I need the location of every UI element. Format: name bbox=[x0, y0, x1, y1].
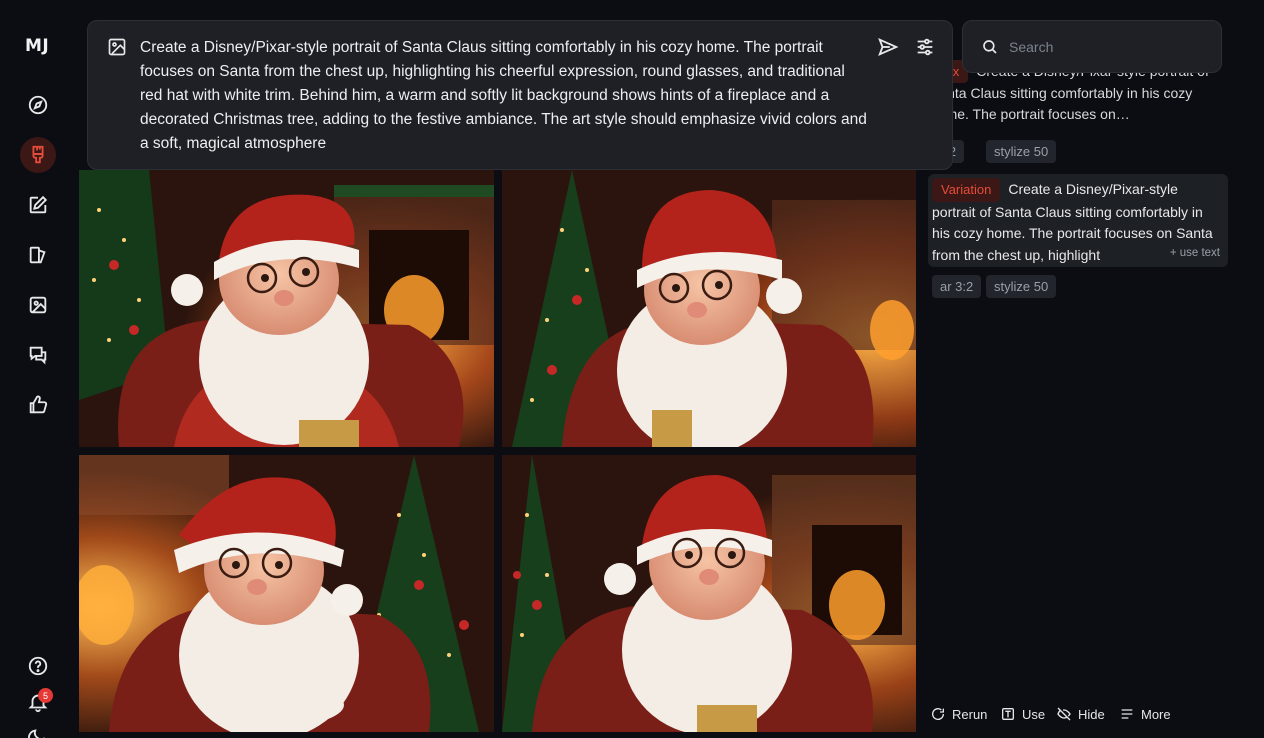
image-icon bbox=[29, 296, 47, 314]
use-icon bbox=[1002, 708, 1014, 720]
use-button[interactable]: Use bbox=[1000, 706, 1045, 722]
nav-organize[interactable] bbox=[20, 287, 56, 323]
prompt-input[interactable]: Create a Disney/Pixar-style portrait of … bbox=[140, 36, 870, 156]
edit-icon bbox=[29, 195, 48, 214]
nav-rank[interactable] bbox=[20, 387, 56, 423]
santa-image-3[interactable] bbox=[79, 455, 494, 732]
job-tag: Variation bbox=[932, 178, 1001, 202]
nav-edit[interactable] bbox=[20, 187, 56, 223]
send-icon[interactable] bbox=[877, 36, 899, 58]
more-label: More bbox=[1141, 706, 1171, 722]
compass-icon bbox=[28, 95, 48, 115]
notification-count-badge: 5 bbox=[38, 688, 53, 703]
sliders-icon[interactable] bbox=[914, 36, 936, 58]
param-chip[interactable]: stylize 50 bbox=[986, 140, 1057, 163]
more-button[interactable]: More bbox=[1119, 706, 1171, 722]
hide-label: Hide bbox=[1078, 706, 1105, 722]
hide-button[interactable]: Hide bbox=[1056, 706, 1105, 722]
rerun-button[interactable]: Rerun bbox=[930, 706, 987, 722]
santa-image-1[interactable] bbox=[79, 170, 494, 447]
santa-image-2[interactable] bbox=[502, 170, 916, 447]
prompt-box[interactable]: Create a Disney/Pixar-style portrait of … bbox=[87, 20, 953, 170]
paintbrush-icon bbox=[32, 145, 44, 164]
thumbs-up-icon bbox=[29, 395, 48, 414]
help-icon bbox=[28, 656, 48, 676]
image-icon[interactable] bbox=[107, 37, 127, 57]
nav-chat[interactable] bbox=[20, 337, 56, 373]
santa-image-4[interactable] bbox=[502, 455, 916, 732]
param-chip[interactable]: stylize 50 bbox=[986, 275, 1057, 298]
rerun-label: Rerun bbox=[952, 706, 988, 722]
help-button[interactable] bbox=[20, 648, 56, 684]
search-icon bbox=[983, 39, 997, 54]
search-input[interactable] bbox=[1009, 38, 1199, 55]
chat-icon bbox=[29, 346, 47, 365]
theme-toggle[interactable] bbox=[20, 718, 56, 738]
search-bar[interactable] bbox=[962, 20, 1222, 73]
use-text-button[interactable]: + use text bbox=[1163, 243, 1220, 265]
menu-icon bbox=[1121, 709, 1133, 719]
nav-personalize[interactable] bbox=[20, 237, 56, 273]
moon-icon bbox=[27, 729, 45, 738]
current-job[interactable]: Variation Create a Disney/Pixar-style por… bbox=[928, 174, 1228, 267]
eye-off-icon bbox=[1057, 707, 1071, 721]
sidebar: MJ 5 bbox=[0, 0, 76, 738]
nav-explore[interactable] bbox=[20, 87, 56, 123]
use-label: Use bbox=[1022, 706, 1046, 722]
rerun-icon bbox=[932, 708, 945, 720]
param-chip[interactable]: ar 3:2 bbox=[932, 275, 982, 298]
nav-create[interactable] bbox=[20, 137, 56, 173]
personalize-icon bbox=[29, 246, 46, 264]
app-logo[interactable]: MJ bbox=[25, 36, 49, 56]
